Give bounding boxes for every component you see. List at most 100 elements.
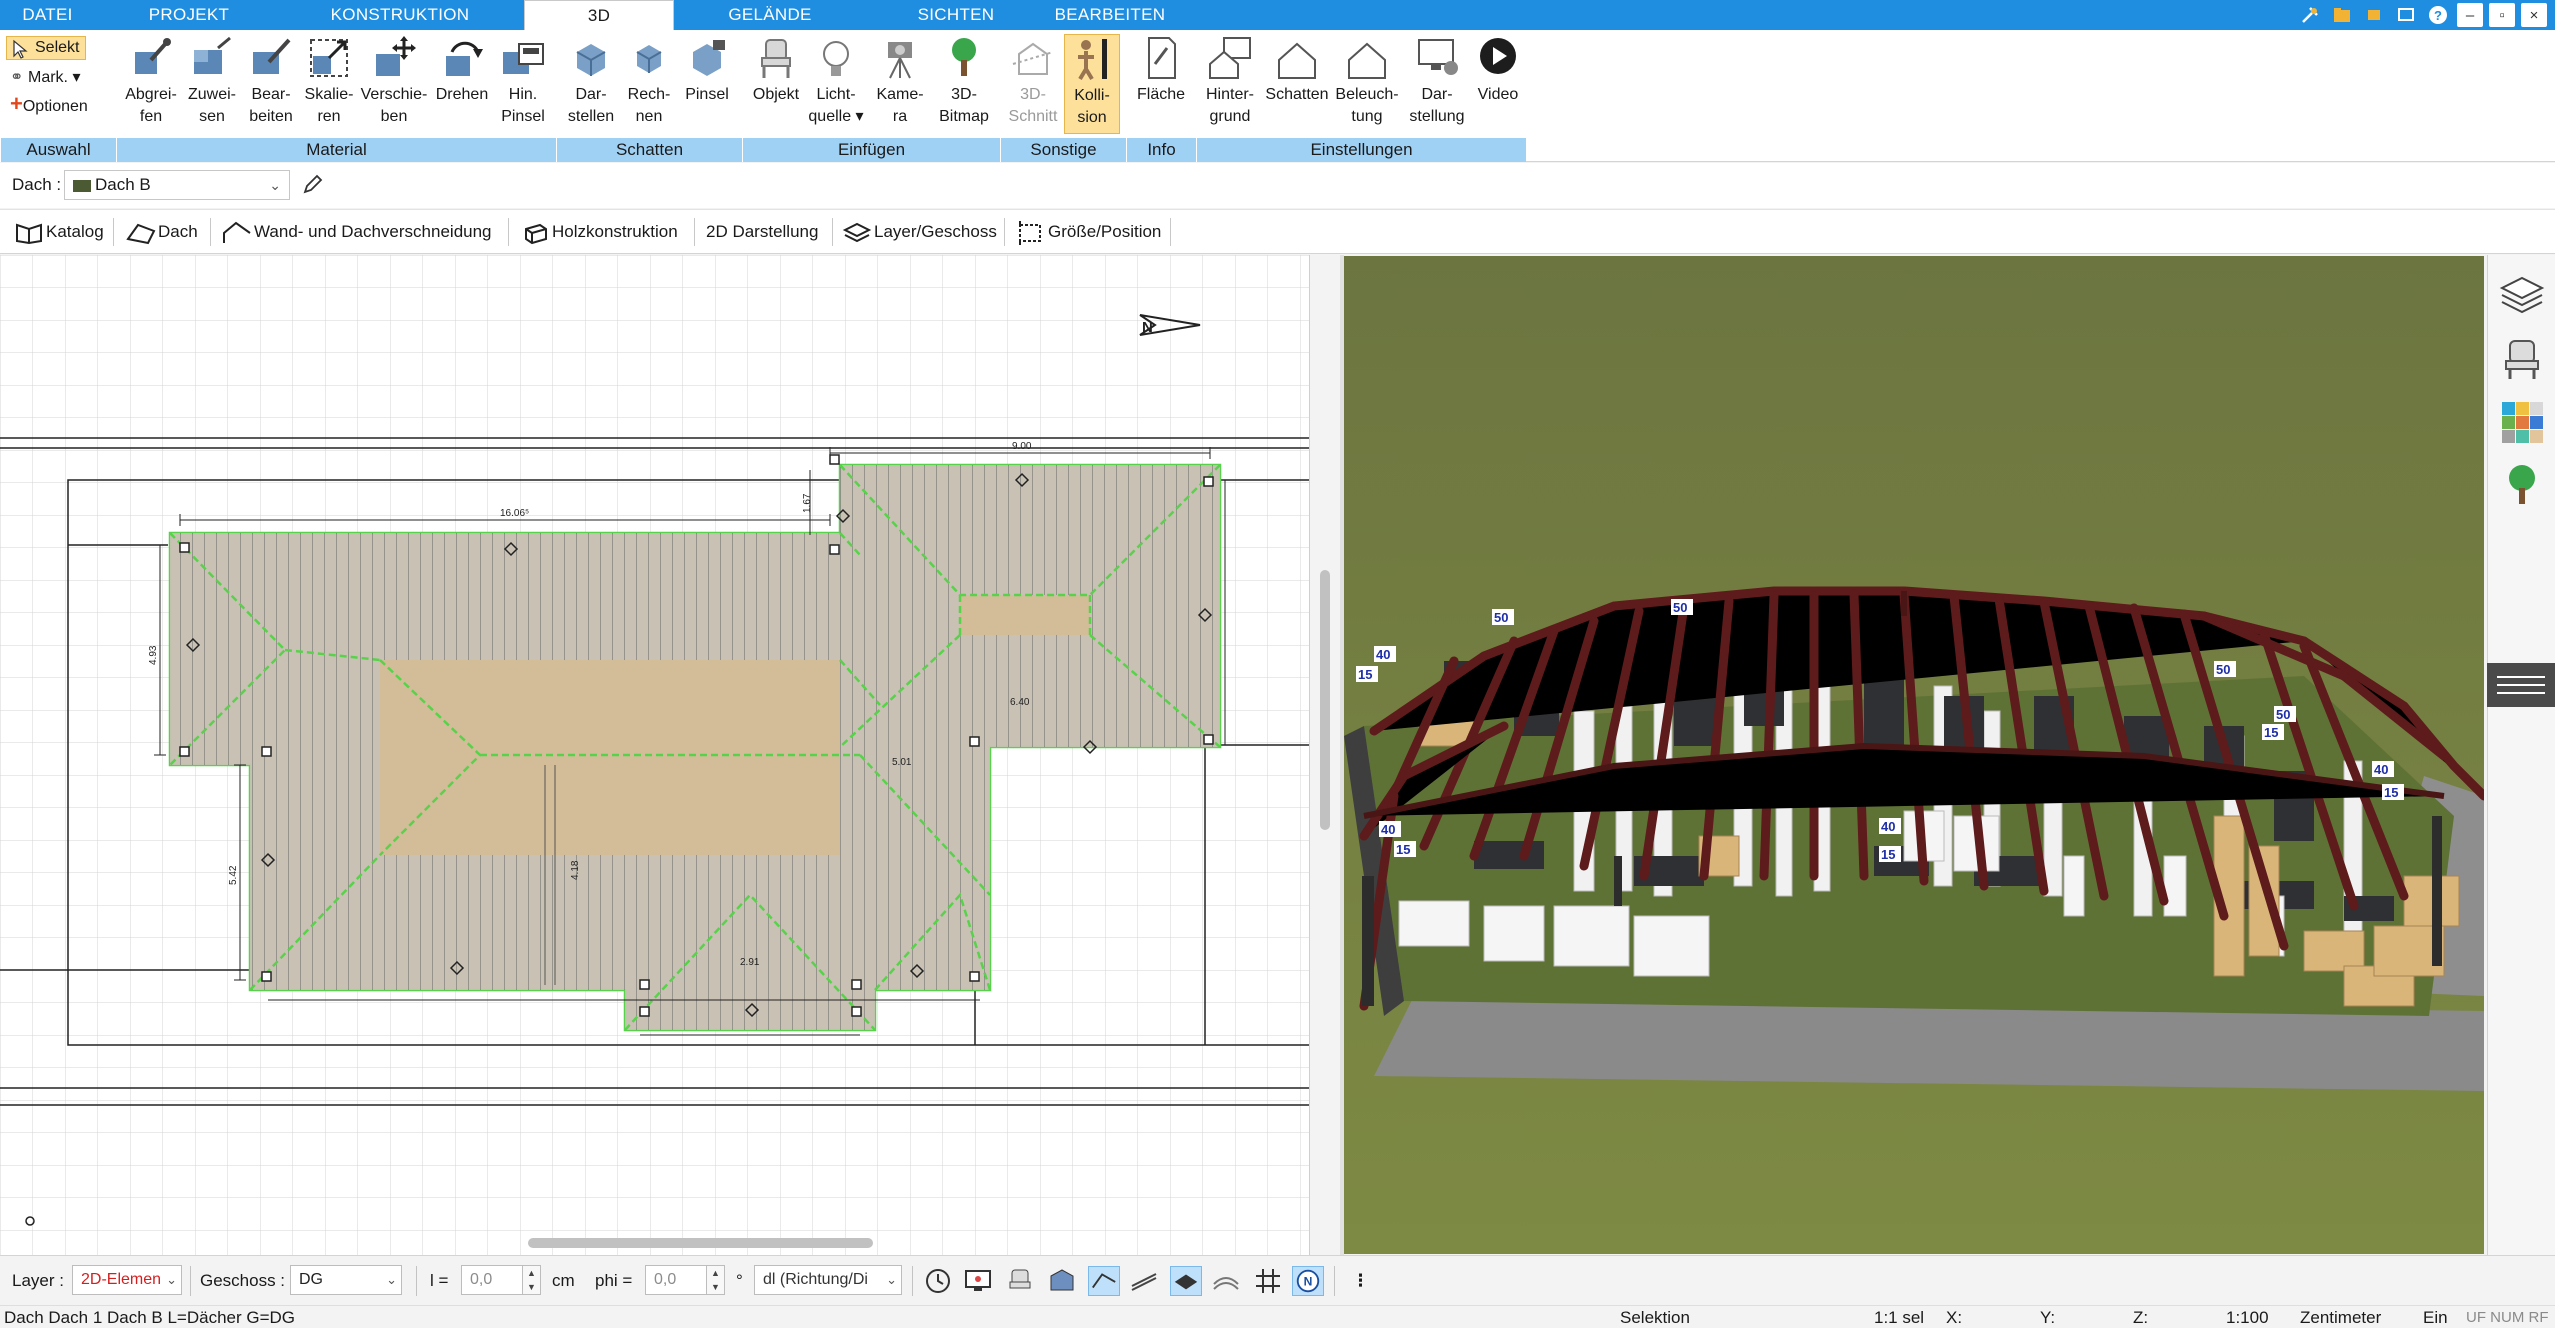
separator (190, 1266, 191, 1296)
close-icon[interactable]: × (2521, 3, 2547, 27)
stepper-icon[interactable]: ▲ ▼ (706, 1266, 724, 1294)
chevron-down-icon: ⌄ (386, 1272, 397, 1287)
optionen-button[interactable]: +Optionen (10, 92, 88, 119)
l-input[interactable]: 0,0 ▲ ▼ (461, 1265, 541, 1295)
2d-darstellung-label: 2D Darstellung (706, 222, 819, 241)
kamera-button[interactable]: Kame-ra (868, 34, 932, 128)
lichtquelle-label-1: Licht- (816, 86, 856, 103)
optionen-label: Optionen (22, 98, 88, 115)
dach-select[interactable]: Dach B ⌄ (64, 170, 290, 200)
lichtquelle-button[interactable]: Licht-quelle ▾ (804, 34, 868, 128)
dim-label: 4.93 (148, 645, 159, 665)
layer-dropdown[interactable]: 2D-Elemen ⌄ (72, 1265, 182, 1295)
schatten-einstellung-button[interactable]: Schatten (1262, 34, 1332, 106)
holzkonstruktion-button[interactable]: Holzkonstruktion (516, 210, 678, 254)
floor-toggle-icon[interactable] (1170, 1266, 1202, 1296)
wand-dachverschneidung-button[interactable]: Wand- und Dachverschneidung (218, 210, 492, 254)
hamburger-icon (2497, 676, 2545, 694)
katalog-button[interactable]: Katalog (10, 210, 104, 254)
monitor-view-icon[interactable] (962, 1266, 994, 1296)
tab-projekt[interactable]: PROJEKT (130, 0, 248, 30)
north-toggle-icon[interactable]: N (1292, 1266, 1324, 1296)
3d-schnitt-button[interactable]: 3D- Schnitt (1004, 34, 1062, 128)
selekt-button[interactable]: Selekt (6, 36, 86, 60)
layer-geschoss-button[interactable]: Layer/Geschoss (838, 210, 997, 254)
brush-icon[interactable] (2393, 3, 2419, 27)
plan-hscroll-thumb[interactable] (528, 1238, 873, 1248)
darstellung-button[interactable]: Dar-stellung (1402, 34, 1472, 128)
groesse-position-button[interactable]: Größe/Position (1012, 210, 1161, 254)
tools-icon[interactable] (2297, 3, 2323, 27)
skalieren-label-2: ren (317, 108, 341, 125)
maximize-icon[interactable]: ▫ (2489, 3, 2515, 27)
video-button[interactable]: Video (1472, 34, 1524, 106)
skalieren-button[interactable]: Skalie-ren (300, 34, 358, 128)
3d-bitmap-button[interactable]: 3D- Bitmap (932, 34, 996, 128)
roof-toggle-icon[interactable] (1088, 1266, 1120, 1296)
kamera-label-2: ra (892, 108, 908, 125)
folder-icon[interactable] (2329, 3, 2355, 27)
phi-input[interactable]: 0,0 ▲ ▼ (645, 1265, 725, 1295)
schatten-darstellen-button[interactable]: Dar-stellen (562, 34, 620, 128)
layers-stack-icon[interactable] (2498, 270, 2546, 318)
2d-darstellung-button[interactable]: 2D Darstellung (702, 210, 818, 254)
tab-bearbeiten[interactable]: BEARBEITEN (1050, 0, 1170, 30)
building-toggle-icon[interactable] (1046, 1266, 1078, 1296)
schatten-rechnen-button[interactable]: Rech-nen (620, 34, 678, 128)
mark-icon: ⚭ (10, 69, 24, 86)
more-options-icon[interactable]: ⋮ (1352, 1256, 1369, 1306)
geschoss-dropdown[interactable]: DG ⌄ (290, 1265, 402, 1295)
tab-konstruktion[interactable]: KONSTRUKTION (320, 0, 480, 30)
tree-icon[interactable] (2498, 460, 2546, 508)
view-3d[interactable]: 50 50 40 15 40 15 40 15 50 50 15 40 15 (1344, 256, 2484, 1254)
hintergrund-button[interactable]: Hinter-grund (1198, 34, 1262, 128)
kamera-label-1: Kame- (876, 86, 924, 103)
grid-toggle-icon[interactable] (1252, 1266, 1284, 1296)
chair-icon[interactable] (2498, 335, 2546, 383)
3d-schnitt-label-1: 3D- (1020, 86, 1046, 103)
plan-vertical-scrollbar[interactable] (1312, 255, 1340, 1255)
pencil-icon[interactable] (300, 173, 324, 197)
material-palette-icon[interactable] (2498, 398, 2546, 446)
plan-vscroll-thumb[interactable] (1320, 570, 1330, 830)
tab-3d[interactable]: 3D (524, 0, 674, 30)
group-label-material: Material (116, 138, 556, 162)
hin-pinsel-button[interactable]: Hin. Pinsel (494, 34, 552, 128)
mark-button[interactable]: ⚭ Mark. ▾ (10, 66, 80, 90)
verschieben-button[interactable]: Verschie-ben (358, 34, 430, 128)
wood-toggle-icon[interactable] (1128, 1266, 1160, 1296)
beleuchtung-label-1: Beleuch- (1335, 86, 1399, 103)
minimize-icon[interactable]: – (2457, 3, 2483, 27)
tab-datei[interactable]: DATEI (0, 0, 95, 30)
plan-canvas[interactable]: N 9.00 16.06⁵ 1.67 4.93 5.42 4.18 6.40 5… (0, 255, 1310, 1255)
panel-toggle-tab[interactable] (2487, 663, 2555, 707)
verschieben-label-2: ben (380, 108, 408, 125)
scene-3d[interactable]: 50 50 40 15 40 15 40 15 50 50 15 40 15 (1344, 256, 2484, 1254)
schatten-pinsel-button[interactable]: Pinsel (678, 34, 736, 106)
dach-button[interactable]: Dach (122, 210, 198, 254)
plan-2d-view[interactable]: N 9.00 16.06⁵ 1.67 4.93 5.42 4.18 6.40 5… (0, 255, 1310, 1255)
abgreifen-label-1: Abgrei- (125, 86, 177, 103)
bearbeiten-button[interactable]: Bear-beiten (242, 34, 300, 128)
dl-dropdown[interactable]: dl (Richtung/Di ⌄ (754, 1265, 902, 1295)
dach-label: Dach : (12, 175, 62, 194)
hintergrund-label-1: Hinter- (1205, 86, 1254, 103)
clock-icon[interactable] (922, 1266, 954, 1296)
kollision-button[interactable]: Kolli-sion (1064, 34, 1120, 134)
hintergrund-label-2: grund (1209, 108, 1251, 125)
terrain-toggle-icon[interactable] (1210, 1266, 1242, 1296)
restore-small-icon[interactable] (2361, 3, 2387, 27)
tab-sichten[interactable]: SICHTEN (900, 0, 1012, 30)
drehen-button[interactable]: Drehen (430, 34, 494, 106)
abgreifen-button[interactable]: Abgrei-fen (120, 34, 182, 128)
window-controls: ? – ▫ × (2297, 3, 2547, 27)
flaeche-button[interactable]: Fläche (1130, 34, 1192, 106)
tab-gelaende[interactable]: GELÄNDE (710, 0, 830, 30)
furniture-toggle-icon[interactable] (1004, 1266, 1036, 1296)
help-icon[interactable]: ? (2425, 3, 2451, 27)
zuweisen-button[interactable]: Zuwei-sen (182, 34, 242, 128)
status-ein: Ein (2423, 1308, 2448, 1327)
beleuchtung-button[interactable]: Beleuch-tung (1332, 34, 1402, 128)
stepper-icon[interactable]: ▲ ▼ (522, 1266, 540, 1294)
objekt-button[interactable]: Objekt (748, 34, 804, 106)
